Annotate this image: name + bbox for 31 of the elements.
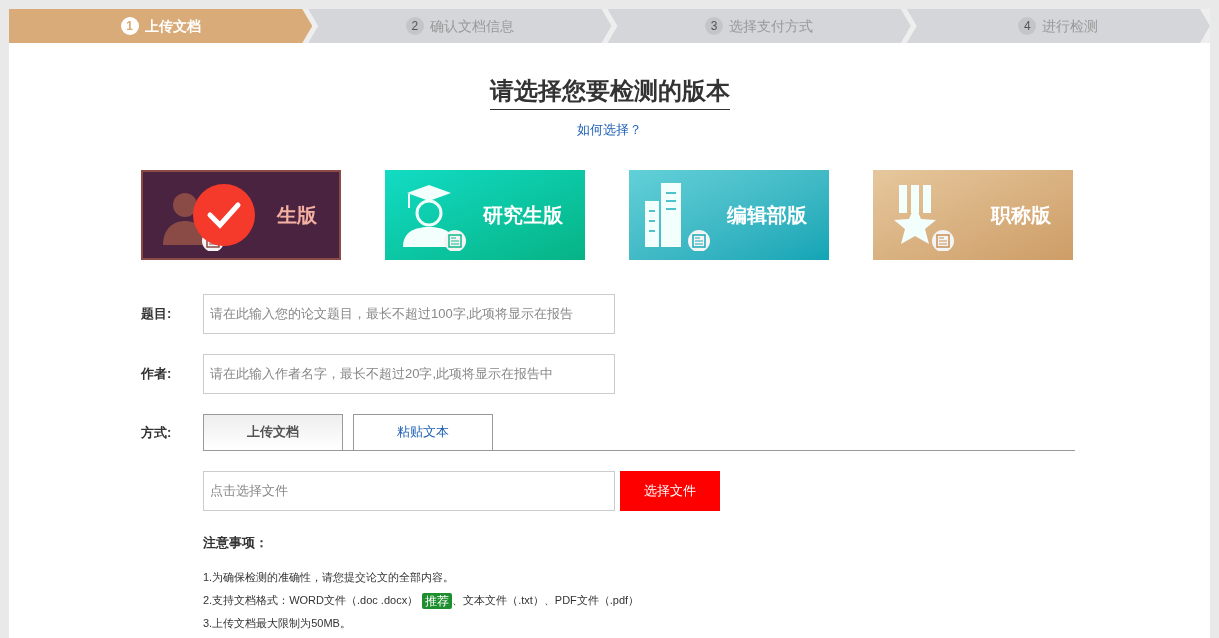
version-label: 职称版 xyxy=(991,202,1051,228)
file-field[interactable]: 点击选择文件 xyxy=(203,470,615,511)
step-number: 4 xyxy=(1018,17,1037,35)
mode-tab[interactable]: 粘贴文本 xyxy=(353,413,493,450)
field-label: 题目: xyxy=(141,304,173,323)
step-number: 3 xyxy=(705,17,724,35)
field-label: 作者: xyxy=(141,364,173,383)
note-text: 、文本文件（.txt）、PDF文件（.pdf） xyxy=(452,593,640,608)
mode-tab[interactable]: 上传文档 xyxy=(203,413,343,450)
step-label: 上传文档 xyxy=(144,16,201,36)
page-heading: 请选择您要检测的版本 xyxy=(489,75,730,110)
step-label: 选择支付方式 xyxy=(729,16,814,36)
choose-file-button[interactable]: 选择文件 xyxy=(620,470,720,511)
step-label: 进行检测 xyxy=(1042,16,1099,36)
note-text: 1.为确保检测的准确性，请您提交论文的全部内容。 xyxy=(203,570,455,585)
recommended-badge: 推荐 xyxy=(422,592,453,609)
text-field[interactable]: 请在此输入您的论文题目，最长不超过100字,此项将显示在报告 xyxy=(203,293,615,334)
note-text: 3.上传文档最大限制为50MB。 xyxy=(203,616,351,631)
notes-title: 注意事项： xyxy=(203,533,269,552)
version-label: 编辑部版 xyxy=(727,202,807,228)
step-number: 2 xyxy=(405,17,424,35)
text-field[interactable]: 请在此输入作者名字，最长不超过20字,此项将显示在报告中 xyxy=(203,353,615,394)
field-label: 方式: xyxy=(141,424,173,442)
step-label: 确认文档信息 xyxy=(429,16,514,36)
step-number: 1 xyxy=(120,17,139,35)
version-label: 生版 xyxy=(277,202,317,228)
version-card[interactable]: 生版 xyxy=(141,169,341,260)
help-link[interactable]: 如何选择？ xyxy=(577,120,642,140)
version-label: 研究生版 xyxy=(483,202,563,228)
note-text: 2.支持文档格式：WORD文件（.doc .docx） xyxy=(203,593,419,608)
check-icon xyxy=(193,183,255,246)
